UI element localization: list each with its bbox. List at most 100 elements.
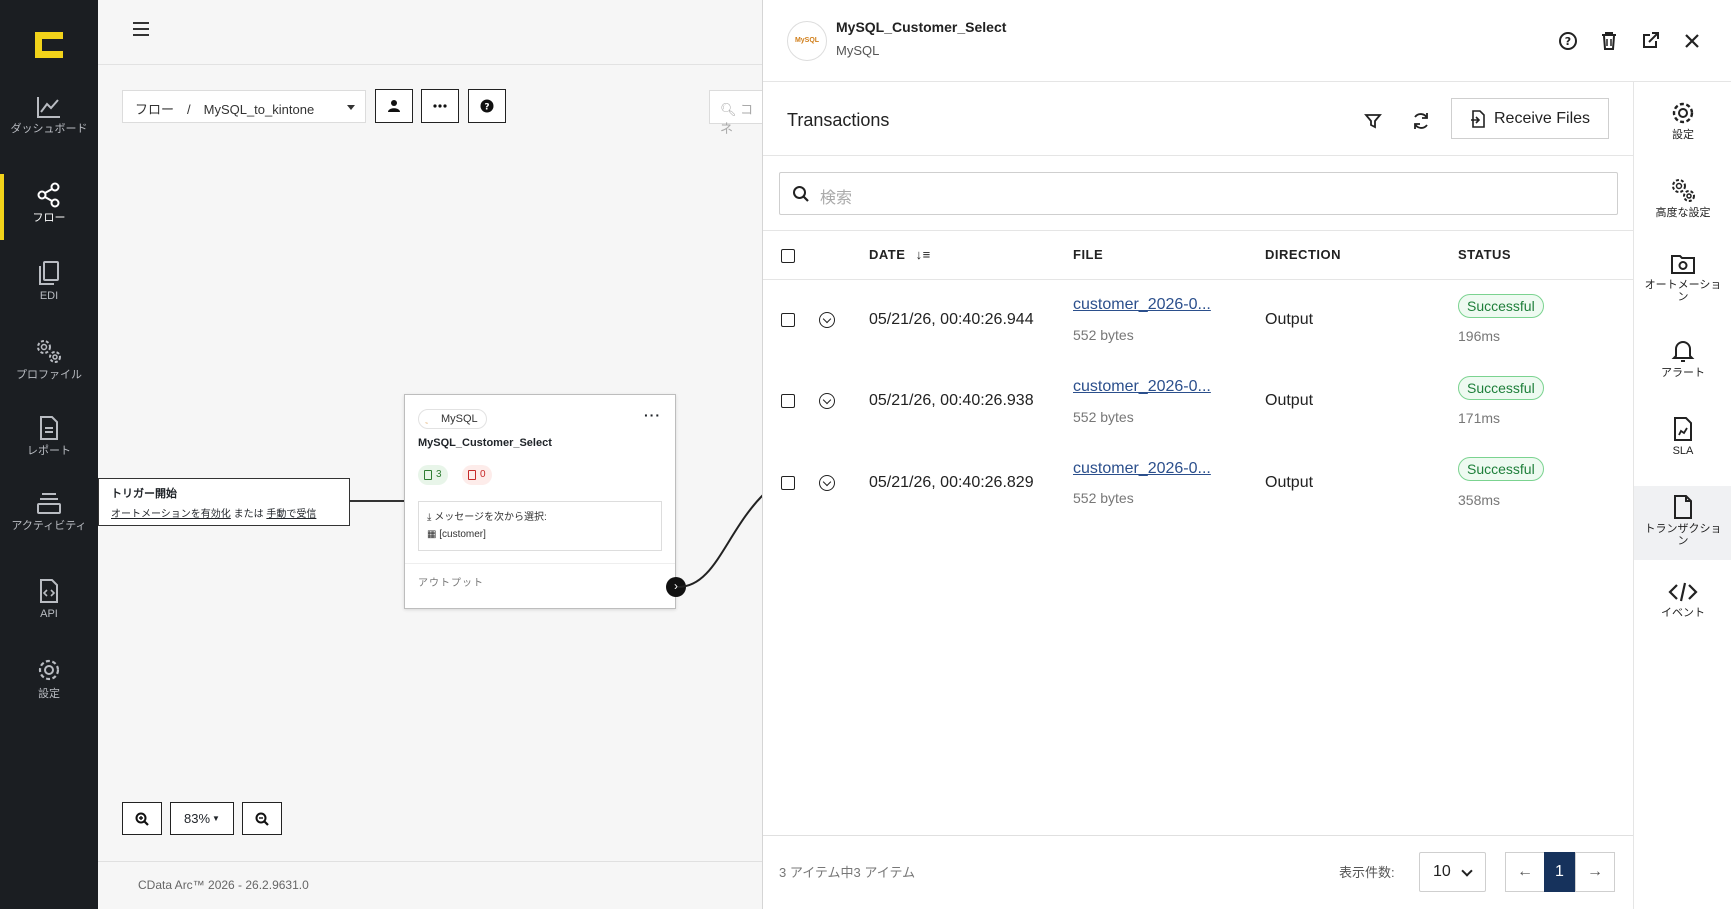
mysql-logo-icon: MySQL xyxy=(787,21,827,61)
rail-item-automation[interactable]: オートメーション xyxy=(1634,252,1731,303)
next-page-button[interactable]: → xyxy=(1575,852,1615,892)
connector-search[interactable]: 🔍︎ コネ xyxy=(709,90,769,136)
refresh-icon[interactable] xyxy=(1409,109,1433,133)
zoom-level-dropdown[interactable]: 83% ▼ xyxy=(170,802,234,835)
expand-chevron-icon[interactable] xyxy=(819,312,835,328)
sort-descending-icon[interactable]: ↓≡ xyxy=(916,247,931,262)
select-all-checkbox[interactable] xyxy=(781,249,795,263)
row-date: 05/21/26, 00:40:26.829 xyxy=(869,474,1034,491)
zoom-out-button[interactable] xyxy=(242,802,282,835)
folder-gear-icon xyxy=(1671,255,1695,274)
success-count: 3 xyxy=(436,469,442,480)
panel-subtitle: MySQL xyxy=(836,43,880,58)
external-link-icon[interactable] xyxy=(1639,30,1661,52)
rail-item-settings[interactable]: 設定 xyxy=(1634,100,1731,141)
page-size-select[interactable]: 10 xyxy=(1419,852,1486,892)
rail-label: 設定 xyxy=(1672,129,1694,141)
pagination-bar: 3 アイテム中3 アイテム 表示件数: 10 ← 1 → xyxy=(763,835,1633,909)
bell-icon xyxy=(1671,341,1695,362)
divider xyxy=(763,279,1633,280)
ellipsis-icon xyxy=(433,104,447,108)
file-icon xyxy=(468,470,476,480)
column-header-date[interactable]: DATE ↓≡ xyxy=(869,247,931,262)
nav-item-dashboard[interactable]: ダッシュボード xyxy=(0,95,98,135)
help-icon[interactable]: ? xyxy=(1557,30,1579,52)
flow-canvas[interactable]: フロー / MySQL_to_kintone ? 🔍︎ コネ トリガー開始 オー… xyxy=(98,0,769,909)
search-placeholder: 検索 xyxy=(820,190,853,207)
rail-label: SLA xyxy=(1672,445,1694,457)
nav-label: EDI xyxy=(39,290,59,302)
question-circle-icon: ? xyxy=(480,99,494,113)
column-header-date-label: DATE xyxy=(869,247,906,262)
nav-label: プロファイル xyxy=(16,369,82,381)
status-badge: Successful xyxy=(1458,376,1544,400)
node-menu-button[interactable]: ··· xyxy=(644,407,661,423)
row-direction: Output xyxy=(1265,311,1314,328)
rail-item-sla[interactable]: SLA xyxy=(1634,416,1731,457)
trigger-start-box[interactable]: トリガー開始 オートメーションを有効化 または 手動で受信 xyxy=(98,478,350,526)
nav-item-flow[interactable]: フロー xyxy=(0,174,98,240)
item-count: 3 アイテム中3 アイテム xyxy=(779,865,916,880)
expand-chevron-icon[interactable] xyxy=(819,393,835,409)
flow-selector[interactable]: フロー / MySQL_to_kintone xyxy=(122,90,366,123)
nav-label: 設定 xyxy=(38,688,60,700)
page-number-button[interactable]: 1 xyxy=(1544,852,1575,892)
user-button[interactable] xyxy=(375,89,413,123)
nav-item-report[interactable]: レポート xyxy=(0,415,98,457)
prev-page-button[interactable]: ← xyxy=(1505,852,1545,892)
cdata-logo[interactable] xyxy=(33,30,65,60)
download-icon: ⤓ xyxy=(427,512,432,523)
close-icon[interactable] xyxy=(1681,30,1703,52)
rail-label: 高度な設定 xyxy=(1655,207,1711,219)
row-checkbox[interactable] xyxy=(781,476,795,490)
success-count-badge[interactable]: 3 xyxy=(418,465,448,485)
help-button[interactable]: ? xyxy=(468,89,506,123)
rail-item-transactions[interactable]: トランザクション xyxy=(1634,486,1731,560)
nav-label: API xyxy=(40,608,58,620)
row-checkbox[interactable] xyxy=(781,313,795,327)
connector-node[interactable]: ~ MySQL ··· MySQL_Customer_Select 3 0 ⤓ … xyxy=(404,394,686,609)
expand-chevron-icon[interactable] xyxy=(819,475,835,491)
row-file-link[interactable]: customer_2026-0... xyxy=(1073,296,1211,314)
api-file-icon xyxy=(40,579,58,603)
rail-item-events[interactable]: イベント xyxy=(1634,580,1731,619)
left-nav: ダッシュボード フロー EDI プロファイル レポート アクティビティ API … xyxy=(0,0,98,909)
row-file-link[interactable]: customer_2026-0... xyxy=(1073,378,1211,396)
error-count-badge[interactable]: 0 xyxy=(462,465,492,485)
zoom-in-icon xyxy=(135,812,149,826)
row-direction: Output xyxy=(1265,474,1314,491)
row-duration: 196ms xyxy=(1458,328,1501,344)
chart-line-icon xyxy=(37,97,60,118)
output-connection-curve xyxy=(677,491,766,588)
manual-receive-link[interactable]: 手動で受信 xyxy=(266,509,316,520)
receive-files-button[interactable]: Receive Files xyxy=(1451,98,1609,139)
transactions-heading: Transactions xyxy=(787,110,890,130)
nav-item-settings[interactable]: 設定 xyxy=(0,656,98,700)
row-checkbox[interactable] xyxy=(781,394,795,408)
hamburger-menu-icon[interactable] xyxy=(133,22,149,36)
panel-right-rail: 設定 高度な設定 オートメーション アラート SLA トランザクション イベント xyxy=(1633,82,1731,909)
page-size-value: 10 xyxy=(1433,863,1451,880)
rail-item-advanced-settings[interactable]: 高度な設定 xyxy=(1634,176,1731,219)
nav-item-api[interactable]: API xyxy=(0,578,98,620)
enable-automation-link[interactable]: オートメーションを有効化 xyxy=(111,509,231,520)
trash-icon[interactable] xyxy=(1598,30,1620,52)
trigger-actions: オートメーションを有効化 または 手動で受信 xyxy=(111,505,337,520)
trigger-or-text: または xyxy=(233,509,264,520)
zoom-in-button[interactable] xyxy=(122,802,162,835)
nav-item-edi[interactable]: EDI xyxy=(0,260,98,302)
row-file-link[interactable]: customer_2026-0... xyxy=(1073,460,1211,478)
nav-item-profile[interactable]: プロファイル xyxy=(0,337,98,381)
nav-item-activity[interactable]: アクティビティ xyxy=(0,490,98,532)
panel-header: MySQL MySQL_Customer_Select MySQL ? xyxy=(763,0,1731,82)
activity-icon xyxy=(37,493,61,514)
rail-label: オートメーション xyxy=(1644,279,1722,303)
rail-item-alerts[interactable]: アラート xyxy=(1634,338,1731,379)
row-file-size: 552 bytes xyxy=(1073,327,1134,343)
nav-label: フロー xyxy=(32,212,66,224)
filter-icon[interactable] xyxy=(1361,109,1385,133)
node-message-box: ⤓ メッセージを次から選択: ▦ [customer] xyxy=(418,501,662,551)
more-options-button[interactable] xyxy=(421,89,459,123)
search-input[interactable]: 検索 xyxy=(779,172,1618,215)
search-icon: 🔍︎ xyxy=(720,102,737,117)
